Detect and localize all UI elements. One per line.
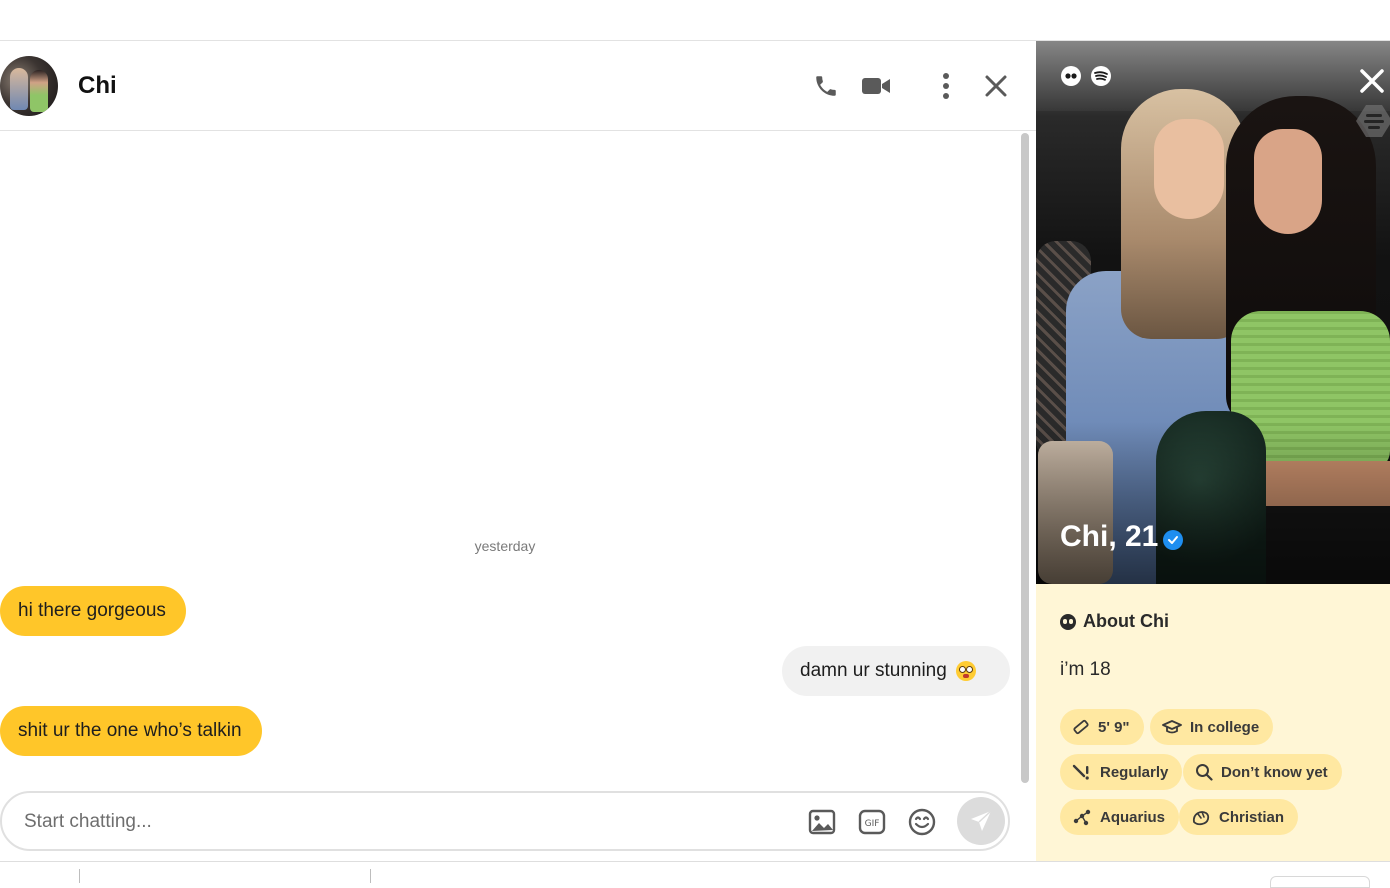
chat-pane: Chi yesterday hi there gorgeous damn ur … — [0, 41, 1036, 861]
more-vertical-icon[interactable] — [931, 71, 961, 101]
message-composer: GIF — [0, 791, 1010, 851]
gif-icon[interactable]: GIF — [857, 808, 887, 836]
exercise-icon — [1072, 764, 1089, 780]
spotify-icon[interactable] — [1091, 66, 1111, 86]
video-camera-icon[interactable] — [861, 71, 891, 101]
photo-figure — [1154, 119, 1224, 219]
ruler-icon — [1073, 719, 1089, 735]
profile-tag-label: Aquarius — [1100, 808, 1166, 826]
phone-icon[interactable] — [811, 71, 841, 101]
profile-tag: In college — [1150, 709, 1274, 745]
image-icon[interactable] — [807, 808, 837, 836]
avatar[interactable] — [0, 56, 58, 116]
profile-photo[interactable]: Chi, 21 — [1036, 41, 1390, 584]
about-heading: About Chi — [1060, 611, 1169, 632]
profile-tag: Don’t know yet — [1183, 754, 1342, 790]
avatar-person-right — [30, 70, 48, 112]
profile-tag: Regularly — [1060, 754, 1183, 790]
profile-tag: 5' 9" — [1060, 709, 1144, 745]
chat-header: Chi — [0, 41, 1036, 131]
profile-tag-label: 5' 9" — [1098, 718, 1130, 736]
send-icon — [971, 810, 992, 831]
contact-name[interactable]: Chi — [78, 72, 117, 100]
browser-top-bar — [0, 0, 1390, 41]
footer-divider-tick — [79, 869, 80, 883]
footer-widget — [1270, 876, 1370, 888]
message-input[interactable] — [24, 807, 784, 837]
quote-icon[interactable] — [1061, 66, 1081, 86]
profile-name-age: Chi, 21 — [1060, 520, 1159, 553]
photo-figure — [1254, 129, 1322, 234]
send-button[interactable] — [957, 797, 1005, 845]
bumble-logo-icon — [1354, 101, 1390, 141]
message-bubble[interactable]: damn ur stunning — [782, 646, 1010, 696]
about-heading-label: About Chi — [1083, 611, 1169, 631]
date-separator: yesterday — [474, 538, 536, 554]
message-bubble[interactable]: shit ur the one who’s talkin — [0, 706, 262, 756]
footer-divider-tick — [370, 869, 371, 883]
photo-shade — [1036, 421, 1390, 584]
emoji-icon[interactable] — [907, 808, 937, 836]
message-text: hi there gorgeous — [18, 600, 166, 621]
avatar-person-left — [10, 68, 28, 110]
svg-text:GIF: GIF — [865, 819, 880, 829]
religion-icon — [1192, 811, 1210, 826]
flushed-face-icon — [955, 661, 976, 681]
quote-icon — [1060, 613, 1076, 630]
magnifier-icon — [1196, 764, 1213, 781]
close-icon[interactable] — [1358, 67, 1386, 95]
profile-tag-label: Christian — [1219, 808, 1285, 826]
message-text: damn ur stunning — [800, 660, 947, 681]
chat-scrollbar[interactable] — [1021, 133, 1029, 783]
zodiac-icon — [1073, 809, 1091, 826]
footer-divider — [0, 861, 1390, 862]
verified-badge-icon — [1163, 530, 1183, 550]
profile-tag: Aquarius — [1060, 799, 1180, 835]
profile-tag: Christian — [1179, 799, 1299, 835]
about-text: i’m 18 — [1060, 659, 1111, 680]
profile-tag-label: In college — [1190, 718, 1260, 736]
message-bubble[interactable]: hi there gorgeous — [0, 586, 186, 636]
profile-tag-label: Don’t know yet — [1221, 763, 1328, 781]
profile-pane: Chi, 21 About Chi i’m 18 5' 9" In colleg… — [1036, 41, 1390, 861]
message-text: shit ur the one who’s talkin — [18, 720, 242, 741]
graduation-cap-icon — [1162, 720, 1182, 734]
close-icon[interactable] — [981, 71, 1011, 101]
profile-tag-label: Regularly — [1100, 763, 1169, 781]
